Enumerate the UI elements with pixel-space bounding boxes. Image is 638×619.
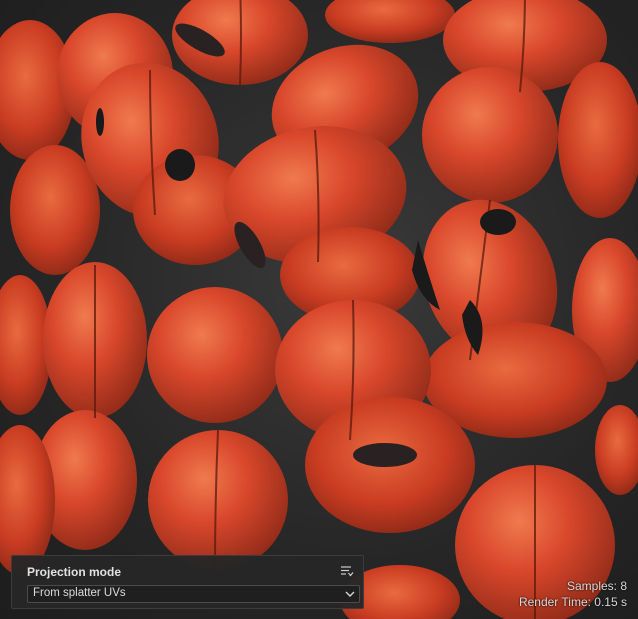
render-time: Render Time: 0.15 s: [518, 595, 627, 609]
panel-title: Projection mode: [27, 565, 122, 579]
projection-mode-dropdown[interactable]: From splatter UVs: [27, 585, 360, 603]
chevron-down-icon: [345, 591, 355, 597]
beetle-render: [0, 0, 638, 619]
projection-mode-panel: Projection mode From splatter UVs: [11, 555, 364, 609]
samples-count: Samples: 8: [566, 579, 627, 593]
render-stats: Samples: 8 Render Time: 0.15 s: [519, 578, 627, 610]
render-viewport[interactable]: [0, 0, 638, 619]
dropdown-selected-value: From splatter UVs: [33, 587, 126, 599]
list-options-icon[interactable]: [340, 564, 354, 578]
